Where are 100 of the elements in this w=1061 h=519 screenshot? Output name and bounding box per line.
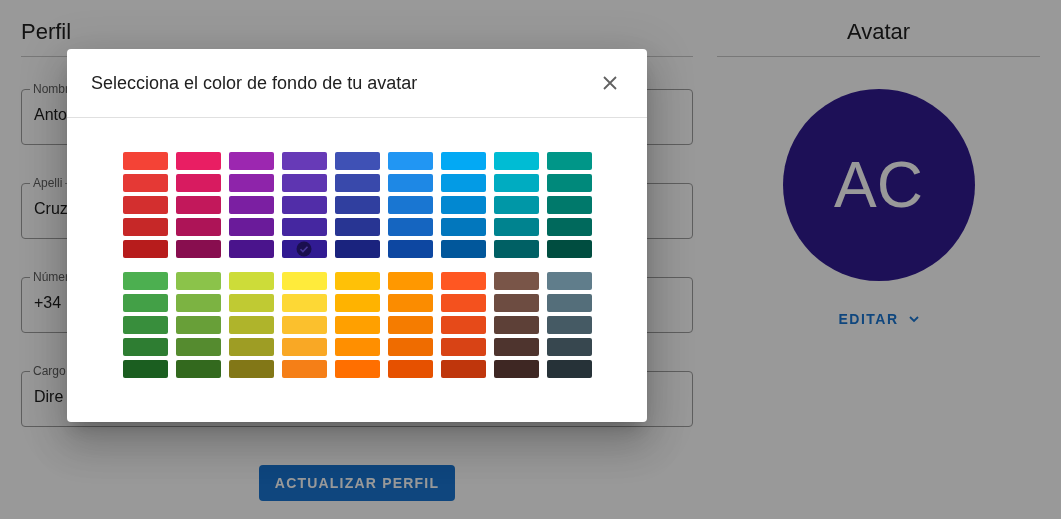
color-swatch[interactable] [228, 174, 274, 192]
color-swatch[interactable] [440, 294, 486, 312]
color-swatch[interactable] [546, 174, 592, 192]
color-swatch[interactable] [493, 294, 539, 312]
avatar: AC [782, 89, 975, 281]
color-swatch[interactable] [440, 272, 486, 290]
color-swatch[interactable] [334, 272, 380, 290]
color-swatch[interactable] [281, 360, 327, 378]
color-swatch[interactable] [228, 316, 274, 334]
color-swatch[interactable] [440, 152, 486, 170]
color-swatch[interactable] [122, 196, 168, 214]
color-swatch[interactable] [175, 218, 221, 236]
color-swatch[interactable] [334, 196, 380, 214]
color-swatch[interactable] [546, 240, 592, 258]
color-swatch[interactable] [281, 272, 327, 290]
color-swatch[interactable] [493, 196, 539, 214]
color-swatch[interactable] [175, 152, 221, 170]
color-swatch[interactable] [228, 196, 274, 214]
color-swatch[interactable] [387, 174, 433, 192]
section-title: Perfil [21, 18, 73, 46]
color-swatch[interactable] [281, 294, 327, 312]
color-swatch[interactable] [122, 174, 168, 192]
edit-button[interactable]: EDITAR [830, 305, 927, 333]
color-swatch[interactable] [281, 338, 327, 356]
color-swatch[interactable] [334, 316, 380, 334]
color-swatch[interactable] [493, 360, 539, 378]
update-profile-button[interactable]: ACTUALIZAR PERFIL [258, 465, 456, 501]
color-swatch[interactable] [122, 152, 168, 170]
color-swatch[interactable] [281, 196, 327, 214]
section-title: Avatar [846, 18, 911, 46]
color-swatch[interactable] [334, 338, 380, 356]
color-swatch[interactable] [387, 196, 433, 214]
color-swatch[interactable] [387, 152, 433, 170]
color-swatch[interactable] [122, 272, 168, 290]
color-swatch[interactable] [122, 360, 168, 378]
color-swatch[interactable] [228, 272, 274, 290]
color-swatch[interactable] [493, 152, 539, 170]
color-swatch[interactable] [546, 316, 592, 334]
color-swatch[interactable] [334, 152, 380, 170]
color-swatch[interactable] [493, 174, 539, 192]
color-swatch[interactable] [228, 294, 274, 312]
color-swatch[interactable] [175, 338, 221, 356]
color-swatch[interactable] [281, 316, 327, 334]
color-swatch[interactable] [440, 316, 486, 334]
color-swatch[interactable] [228, 338, 274, 356]
color-swatch[interactable] [122, 218, 168, 236]
color-swatch[interactable] [334, 294, 380, 312]
color-swatch[interactable] [387, 338, 433, 356]
color-swatch[interactable] [122, 294, 168, 312]
color-swatch[interactable] [334, 240, 380, 258]
close-button[interactable] [601, 74, 619, 92]
color-swatch[interactable] [175, 196, 221, 214]
color-swatch[interactable] [546, 294, 592, 312]
color-swatch[interactable] [387, 360, 433, 378]
color-swatch[interactable] [546, 338, 592, 356]
color-swatch[interactable] [546, 196, 592, 214]
color-swatch[interactable] [175, 272, 221, 290]
color-swatch[interactable] [228, 360, 274, 378]
color-swatch[interactable] [122, 316, 168, 334]
color-swatch[interactable] [387, 240, 433, 258]
color-swatch[interactable] [546, 272, 592, 290]
color-swatch[interactable] [122, 240, 168, 258]
color-swatch[interactable] [387, 316, 433, 334]
color-swatch[interactable] [281, 240, 327, 258]
color-swatch[interactable] [493, 218, 539, 236]
color-swatch[interactable] [281, 174, 327, 192]
color-swatch[interactable] [440, 338, 486, 356]
color-swatch[interactable] [334, 360, 380, 378]
color-swatch[interactable] [387, 294, 433, 312]
color-swatch[interactable] [493, 240, 539, 258]
color-swatch[interactable] [546, 152, 592, 170]
color-swatch[interactable] [281, 152, 327, 170]
color-swatch[interactable] [493, 316, 539, 334]
color-swatch[interactable] [440, 360, 486, 378]
color-swatch[interactable] [440, 218, 486, 236]
color-swatch[interactable] [281, 218, 327, 236]
color-swatch[interactable] [175, 360, 221, 378]
color-swatch[interactable] [387, 218, 433, 236]
color-swatch[interactable] [440, 240, 486, 258]
color-swatch[interactable] [546, 360, 592, 378]
color-swatch[interactable] [175, 316, 221, 334]
color-swatch[interactable] [493, 338, 539, 356]
chevron-down-icon [908, 315, 919, 323]
color-swatch[interactable] [175, 174, 221, 192]
color-swatch[interactable] [440, 174, 486, 192]
color-swatch[interactable] [228, 152, 274, 170]
color-swatch[interactable] [228, 240, 274, 258]
color-swatch[interactable] [175, 294, 221, 312]
color-swatch[interactable] [440, 196, 486, 214]
field-label: Nombr [32, 82, 70, 96]
color-swatch[interactable] [387, 272, 433, 290]
color-swatch[interactable] [493, 272, 539, 290]
color-swatch[interactable] [122, 338, 168, 356]
color-swatch[interactable] [546, 218, 592, 236]
field-value: Anto [34, 105, 67, 125]
color-swatch[interactable] [334, 174, 380, 192]
color-swatch[interactable] [175, 240, 221, 258]
field-label: Cargo [32, 364, 67, 378]
color-swatch[interactable] [334, 218, 380, 236]
color-swatch[interactable] [228, 218, 274, 236]
